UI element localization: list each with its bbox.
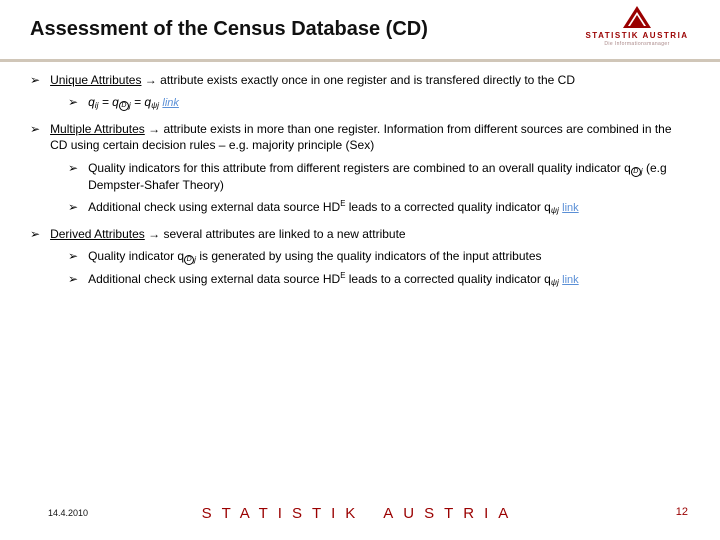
circled-d-icon: D — [631, 167, 641, 177]
derived-label: Derived Attributes — [50, 227, 145, 241]
logo: STATISTIK AUSTRIA Die Informationsmanage… — [582, 6, 692, 60]
t2: leads to a corrected quality indicator q — [345, 272, 550, 286]
link-unique[interactable]: link — [162, 97, 179, 109]
section-multiple: ➢ Multiple Attributes → attribute exists… — [30, 121, 690, 216]
sub-psi: ψj — [151, 100, 159, 110]
logo-subtext: Die Informationsmanager — [582, 41, 692, 47]
header-rule — [0, 59, 720, 62]
chevron-icon: ➢ — [68, 160, 78, 193]
link-derived[interactable]: link — [562, 274, 579, 286]
bullet-unique: ➢ Unique Attributes → attribute exists e… — [30, 72, 690, 88]
unique-label: Unique Attributes — [50, 73, 141, 87]
bullet-text: Unique Attributes → attribute exists exa… — [50, 72, 690, 88]
brand-2: AUSTRIA — [383, 505, 518, 522]
bullet-unique-sub: ➢ qij = qDj = qψj link — [68, 94, 690, 111]
bullet-derived-sub1: ➢ Quality indicator qDj is generated by … — [68, 248, 690, 265]
header: Assessment of the Census Database (CD) S… — [0, 0, 720, 62]
sub-psi: ψj — [551, 277, 559, 287]
t: Quality indicators for this attribute fr… — [88, 161, 631, 175]
multiple-label: Multiple Attributes — [50, 122, 145, 136]
chevron-icon: ➢ — [68, 199, 78, 216]
page-title: Assessment of the Census Database (CD) — [30, 18, 428, 41]
chevron-icon: ➢ — [30, 121, 40, 153]
sub-circ-d: Dj — [119, 100, 131, 110]
chevron-icon: ➢ — [30, 226, 40, 242]
circled-d-icon: D — [119, 101, 129, 111]
circled-d-icon: D — [184, 255, 194, 265]
bullet-multiple-sub1: ➢ Quality indicators for this attribute … — [68, 160, 690, 193]
t: Additional check using external data sou… — [88, 200, 340, 214]
page-number: 12 — [676, 506, 688, 518]
bullet-text: Multiple Attributes → attribute exists i… — [50, 121, 690, 153]
unique-desc: attribute exists exactly once in one reg… — [160, 73, 575, 87]
link-multiple[interactable]: link — [562, 202, 579, 214]
sub-text: Quality indicators for this attribute fr… — [88, 160, 690, 193]
chevron-icon: ➢ — [68, 94, 78, 111]
t2: is generated by using the quality indica… — [196, 249, 542, 263]
eq2: = q — [131, 95, 151, 109]
brand-1: STATISTIK — [202, 505, 366, 522]
sub-text: Additional check using external data sou… — [88, 271, 690, 288]
formula: qij = qDj = qψj link — [88, 94, 690, 111]
eq: = q — [98, 95, 118, 109]
logo-triangle-icon — [623, 6, 651, 33]
section-unique: ➢ Unique Attributes → attribute exists e… — [30, 72, 690, 111]
footer-brand: STATISTIK AUSTRIA — [0, 505, 720, 522]
sub-text: Quality indicator qDj is generated by us… — [88, 248, 690, 265]
bullet-derived-sub2: ➢ Additional check using external data s… — [68, 271, 690, 288]
arrow-icon: → — [148, 122, 160, 136]
arrow-icon: → — [145, 73, 157, 87]
t2: leads to a corrected quality indicator q — [345, 200, 550, 214]
q-dj: Dj — [184, 249, 196, 263]
bullet-derived: ➢ Derived Attributes → several attribute… — [30, 226, 690, 242]
chevron-icon: ➢ — [68, 248, 78, 265]
sub-text: Additional check using external data sou… — [88, 199, 690, 216]
derived-desc: several attributes are linked to a new a… — [163, 227, 405, 241]
bullet-text: Derived Attributes → several attributes … — [50, 226, 690, 242]
bullet-multiple: ➢ Multiple Attributes → attribute exists… — [30, 121, 690, 153]
q-dj: Dj — [631, 161, 643, 175]
slide: Assessment of the Census Database (CD) S… — [0, 0, 720, 540]
section-derived: ➢ Derived Attributes → several attribute… — [30, 226, 690, 288]
logo-text: STATISTIK AUSTRIA — [582, 31, 692, 40]
bullet-multiple-sub2: ➢ Additional check using external data s… — [68, 199, 690, 216]
chevron-icon: ➢ — [68, 271, 78, 288]
t: Quality indicator q — [88, 249, 184, 263]
q-psi: ψj — [551, 200, 559, 214]
arrow-icon: → — [148, 227, 160, 241]
chevron-icon: ➢ — [30, 72, 40, 88]
q: q — [88, 95, 95, 109]
t: Additional check using external data sou… — [88, 272, 340, 286]
q-psi: ψj — [551, 272, 559, 286]
sub-psi: ψj — [551, 205, 559, 215]
content: ➢ Unique Attributes → attribute exists e… — [30, 72, 690, 298]
